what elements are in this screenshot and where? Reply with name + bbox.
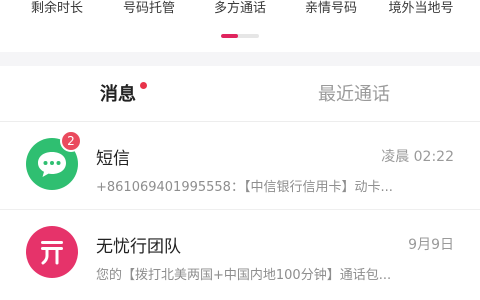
conversation-preview: 您的【拨打北美两国+中国内地100分钟】通话包... [96,268,392,283]
app-screen: 剩余时长 号码托管 多方通话 亲情号码 境外当地号 消息 最近通话 2 短信 凌… [0,0,480,300]
page-indicator-active [221,34,239,38]
feature-multi-party-call[interactable]: 多方通话 [195,0,285,18]
conversation-row-team[interactable]: 无忧行团队 9月9日 您的【拨打北美两国+中国内地100分钟】通话包... [0,212,480,298]
conversation-preview: +861069401995558：【中信银行信用卡】动卡... [96,180,393,195]
tab-recent-calls[interactable]: 最近通话 [318,80,390,110]
feature-family-numbers[interactable]: 亲情号码 [286,0,376,18]
conversation-title: 无忧行团队 [96,237,181,257]
conversation-row-sms[interactable]: 2 短信 凌晨 02:22 +861069401995558：【中信银行信用卡】… [0,124,480,210]
tab-messages[interactable]: 消息 [100,80,136,110]
team-avatar [26,226,78,278]
page-indicator [221,34,259,38]
wuyouxing-logo-icon [41,241,63,265]
conversation-title: 短信 [96,149,130,169]
feature-number-hosting[interactable]: 号码托管 [104,0,194,18]
feature-remaining-duration[interactable]: 剩余时长 [12,0,102,18]
unread-count-badge: 2 [60,130,82,152]
tab-bar: 消息 最近通话 [0,66,480,122]
feature-local-overseas-number[interactable]: 境外当地号 [376,0,466,18]
section-divider [0,52,480,66]
feature-shortcuts: 剩余时长 号码托管 多方通话 亲情号码 境外当地号 [0,0,480,52]
conversation-time: 凌晨 02:22 [381,149,454,165]
conversation-time: 9月9日 [408,237,454,253]
unread-dot [140,82,147,89]
